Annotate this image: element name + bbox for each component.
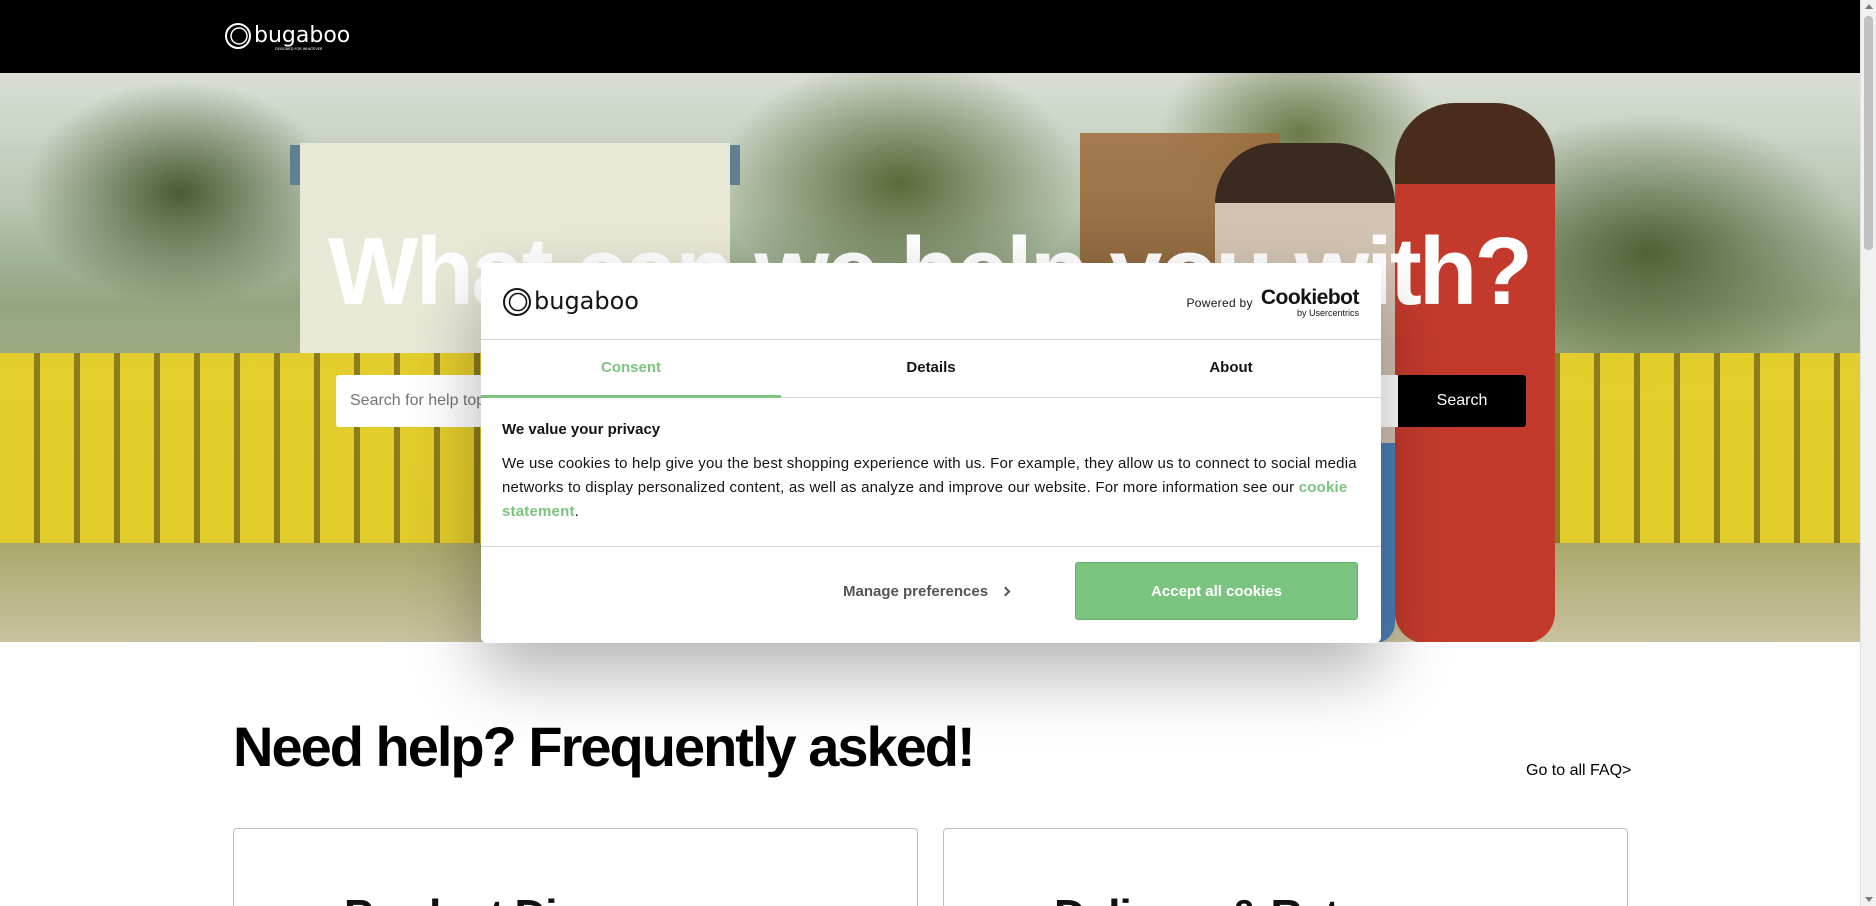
scroll-down-icon[interactable] [1865,897,1873,902]
powered-by-cookiebot[interactable]: Powered by Cookiebot by Usercentrics [1186,287,1359,318]
dialog-logo-wordmark: bugaboo [534,287,639,315]
bugaboo-logo[interactable]: bugaboo DESIGNED FOR WHATEVER [224,20,364,52]
powered-by-label: Powered by [1186,295,1253,310]
scrollbar-thumb[interactable] [1864,16,1873,250]
dialog-text-end: . [574,503,580,520]
all-faq-link[interactable]: Go to all FAQ> [1526,762,1631,780]
faq-heading: Need help? Frequently asked! [233,715,976,778]
faq-card-title: Delivery & Returns [1054,891,1431,906]
cookiebot-sub: by Usercentrics [1296,308,1359,318]
manage-preferences-label: Manage preferences [843,583,989,600]
tab-about[interactable]: About [1081,340,1381,397]
tab-consent[interactable]: Consent [481,340,781,398]
hero-photo-person [1395,103,1555,642]
page-scrollbar[interactable] [1860,0,1876,906]
faq-card-title: Product Discovery [344,891,717,906]
dialog-logo-graphic: bugaboo [503,287,639,316]
dialog-footer: Manage preferences Accept all cookies [481,546,1381,643]
dialog-text: We use cookies to help give you the best… [502,452,1360,524]
dialog-text-main: We use cookies to help give you the best… [502,455,1357,496]
tab-details[interactable]: Details [781,340,1081,397]
manage-preferences-button[interactable]: Manage preferences [843,583,1011,600]
faq-card[interactable]: Delivery & Returns [943,828,1628,906]
dialog-bugaboo-logo: bugaboo [502,285,662,319]
cookie-consent-dialog: bugaboo Powered by Cookiebot by Usercent… [481,263,1381,643]
chevron-right-icon [1000,586,1011,597]
dialog-tabs: Consent Details About [481,340,1381,398]
logo-wordmark: bugaboo [254,23,350,48]
accept-all-cookies-button[interactable]: Accept all cookies [1075,562,1358,620]
logo-tagline: DESIGNED FOR WHATEVER [275,47,323,51]
scroll-up-icon[interactable] [1865,4,1873,9]
cookiebot-logo: Cookiebot by Usercentrics [1260,286,1360,318]
site-header: bugaboo DESIGNED FOR WHATEVER [0,0,1860,73]
faq-card[interactable]: Product Discovery [233,828,918,906]
dialog-header: bugaboo Powered by Cookiebot by Usercent… [481,263,1381,340]
search-button[interactable]: Search [1398,375,1526,427]
dialog-heading: We value your privacy [502,421,661,438]
cookiebot-name: Cookiebot [1260,286,1360,309]
bugaboo-logo-graphic: bugaboo DESIGNED FOR WHATEVER [225,23,350,51]
dialog-body: We value your privacy We use cookies to … [502,421,1360,524]
